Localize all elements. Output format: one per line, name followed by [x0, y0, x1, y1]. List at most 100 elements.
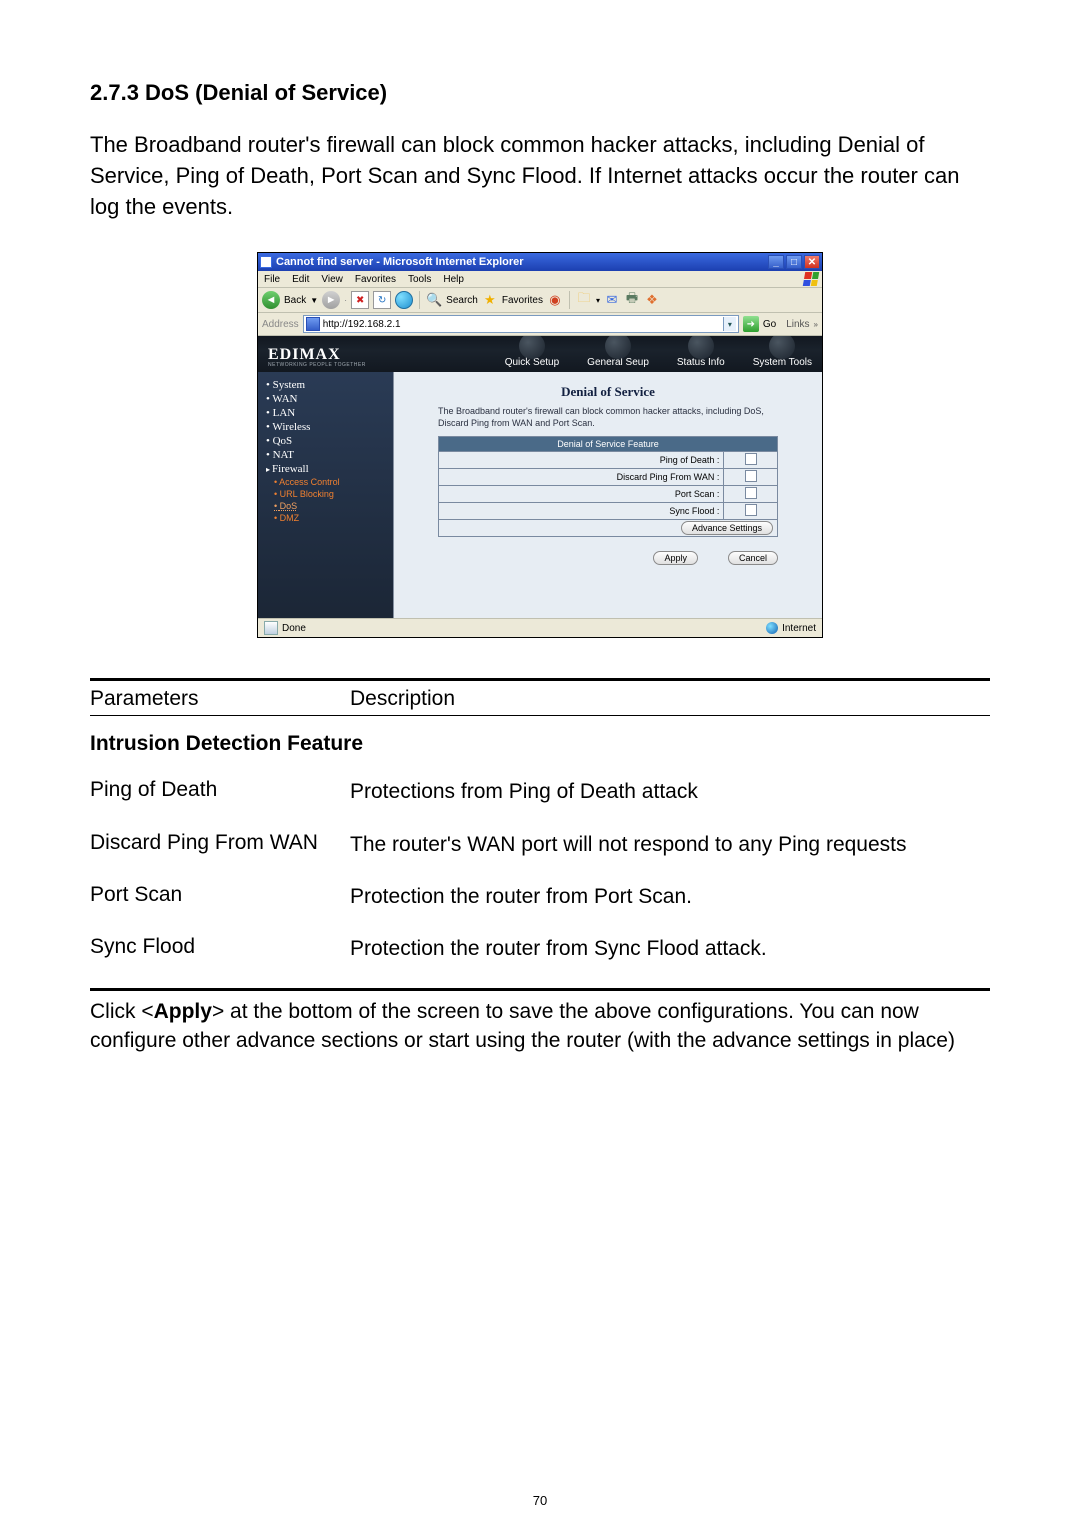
feature-discard-ping-label: Discard Ping From WAN : — [439, 468, 724, 485]
feature-sync-flood-checkbox[interactable] — [745, 504, 757, 516]
sidebar-sub-url-blocking[interactable]: URL Blocking — [274, 488, 385, 500]
divider — [90, 988, 990, 991]
sidebar-item-nat[interactable]: NAT — [266, 448, 385, 462]
param-desc: The router's WAN port will not respond t… — [350, 831, 990, 859]
menu-favorites[interactable]: Favorites — [355, 274, 396, 285]
status-page-icon — [264, 621, 278, 635]
param-header-description: Description — [350, 687, 455, 711]
ie-icon — [260, 256, 272, 268]
links-label[interactable]: Links — [786, 319, 809, 330]
favorites-label[interactable]: Favorites — [502, 295, 543, 306]
apply-button[interactable]: Apply — [653, 551, 698, 565]
advance-settings-button[interactable]: Advance Settings — [681, 521, 773, 535]
closing-paragraph: Click <Apply> at the bottom of the scree… — [90, 997, 990, 1056]
section-title: 2.7.3 DoS (Denial of Service) — [90, 80, 990, 106]
param-desc: Protections from Ping of Death attack — [350, 778, 990, 806]
url-dropdown-icon[interactable]: ▾ — [723, 317, 736, 331]
param-table-header: Parameters Description — [90, 687, 990, 711]
dos-feature-table: Denial of Service Feature Ping of Death … — [438, 436, 778, 537]
go-button[interactable]: ➜ — [743, 316, 759, 332]
divider — [90, 678, 990, 681]
feature-port-scan-label: Port Scan : — [439, 485, 724, 502]
back-dropdown-icon[interactable]: ▼ — [310, 296, 318, 305]
menu-file[interactable]: File — [264, 274, 280, 285]
history-icon[interactable]: 🗀 — [576, 292, 592, 308]
feature-discard-ping-checkbox[interactable] — [745, 470, 757, 482]
menu-help[interactable]: Help — [443, 274, 464, 285]
forward-button[interactable]: ► — [322, 291, 340, 309]
status-bar: Done Internet — [258, 618, 822, 637]
param-row: Discard Ping From WAN The router's WAN p… — [90, 831, 990, 859]
back-button[interactable]: ◄ — [262, 291, 280, 309]
windows-flag-icon — [803, 272, 819, 286]
sidebar: System WAN LAN Wireless QoS NAT Firewall… — [258, 372, 393, 618]
param-desc: Protection the router from Sync Flood at… — [350, 935, 990, 963]
param-row: Ping of Death Protections from Ping of D… — [90, 778, 990, 806]
stop-button[interactable]: ✖ — [351, 291, 369, 309]
favicon-icon — [306, 317, 320, 331]
mail-icon[interactable]: ✉ — [604, 292, 620, 308]
param-header-parameters: Parameters — [90, 687, 350, 711]
messenger-icon[interactable]: ❖ — [644, 292, 660, 308]
window-title: Cannot find server - Microsoft Internet … — [276, 256, 524, 268]
url-field[interactable]: http://192.168.2.1 ▾ — [303, 315, 739, 333]
sidebar-item-wan[interactable]: WAN — [266, 392, 385, 406]
param-row: Port Scan Protection the router from Por… — [90, 883, 990, 911]
tab-system-tools[interactable]: System Tools — [753, 357, 812, 368]
param-name: Discard Ping From WAN — [90, 831, 350, 855]
search-label[interactable]: Search — [446, 295, 478, 306]
sidebar-sub-dmz[interactable]: DMZ — [274, 512, 385, 524]
sidebar-item-system[interactable]: System — [266, 378, 385, 392]
window-close-button[interactable]: ✕ — [804, 255, 820, 269]
intrusion-feature-title: Intrusion Detection Feature — [90, 732, 990, 756]
intro-paragraph: The Broadband router's firewall can bloc… — [90, 130, 990, 222]
feature-port-scan-checkbox[interactable] — [745, 487, 757, 499]
apply-keyword: Apply — [154, 1000, 212, 1023]
refresh-button[interactable]: ↻ — [373, 291, 391, 309]
sidebar-item-lan[interactable]: LAN — [266, 406, 385, 420]
favorites-icon[interactable]: ★ — [482, 292, 498, 308]
dos-description: The Broadband router's firewall can bloc… — [438, 406, 778, 429]
media-icon[interactable]: ◉ — [547, 292, 563, 308]
menu-tools[interactable]: Tools — [408, 274, 431, 285]
sidebar-item-firewall[interactable]: Firewall — [266, 462, 385, 476]
main-content: Denial of Service The Broadband router's… — [393, 372, 822, 618]
back-label[interactable]: Back — [284, 295, 306, 306]
tab-quick-setup[interactable]: Quick Setup — [505, 357, 559, 368]
links-chevron-icon[interactable]: » — [814, 320, 818, 329]
print-icon[interactable]: 🖶 — [624, 292, 640, 308]
sidebar-sub-dos[interactable]: DoS — [274, 500, 385, 512]
dos-title: Denial of Service — [561, 384, 655, 400]
home-button[interactable] — [395, 291, 413, 309]
cancel-button[interactable]: Cancel — [728, 551, 778, 565]
sidebar-item-wireless[interactable]: Wireless — [266, 420, 385, 434]
history-dropdown-icon[interactable]: ▾ — [596, 296, 600, 305]
router-header: EDIMAX NETWORKING PEOPLE TOGETHER Quick … — [258, 336, 822, 372]
feature-sync-flood-label: Sync Flood : — [439, 502, 724, 519]
feature-ping-of-death-checkbox[interactable] — [745, 453, 757, 465]
window-titlebar: Cannot find server - Microsoft Internet … — [258, 253, 822, 271]
menu-edit[interactable]: Edit — [292, 274, 309, 285]
window-maximize-button[interactable]: □ — [786, 255, 802, 269]
param-desc: Protection the router from Port Scan. — [350, 883, 990, 911]
status-text: Done — [282, 623, 306, 634]
tab-status-info[interactable]: Status Info — [677, 357, 725, 368]
window-minimize-button[interactable]: _ — [768, 255, 784, 269]
menu-view[interactable]: View — [321, 274, 343, 285]
sidebar-item-qos[interactable]: QoS — [266, 434, 385, 448]
internet-zone-label: Internet — [782, 623, 816, 634]
toolbar: ◄ Back ▼ ► · ✖ ↻ 🔍 Search ★ Favorites ◉ … — [258, 288, 822, 313]
param-row: Sync Flood Protection the router from Sy… — [90, 935, 990, 963]
search-icon[interactable]: 🔍 — [426, 292, 442, 308]
tab-general-setup[interactable]: General Seup — [587, 357, 649, 368]
feature-ping-of-death-label: Ping of Death : — [439, 451, 724, 468]
browser-screenshot: Cannot find server - Microsoft Internet … — [257, 252, 823, 638]
divider — [90, 715, 990, 716]
brand-slogan: NETWORKING PEOPLE TOGETHER — [268, 363, 366, 368]
sidebar-sub-access-control[interactable]: Access Control — [274, 476, 385, 488]
page-number: 70 — [0, 1493, 1080, 1508]
address-label: Address — [262, 319, 299, 330]
param-name: Port Scan — [90, 883, 350, 907]
go-label[interactable]: Go — [763, 319, 776, 330]
brand-logo: EDIMAX NETWORKING PEOPLE TOGETHER — [268, 347, 366, 372]
